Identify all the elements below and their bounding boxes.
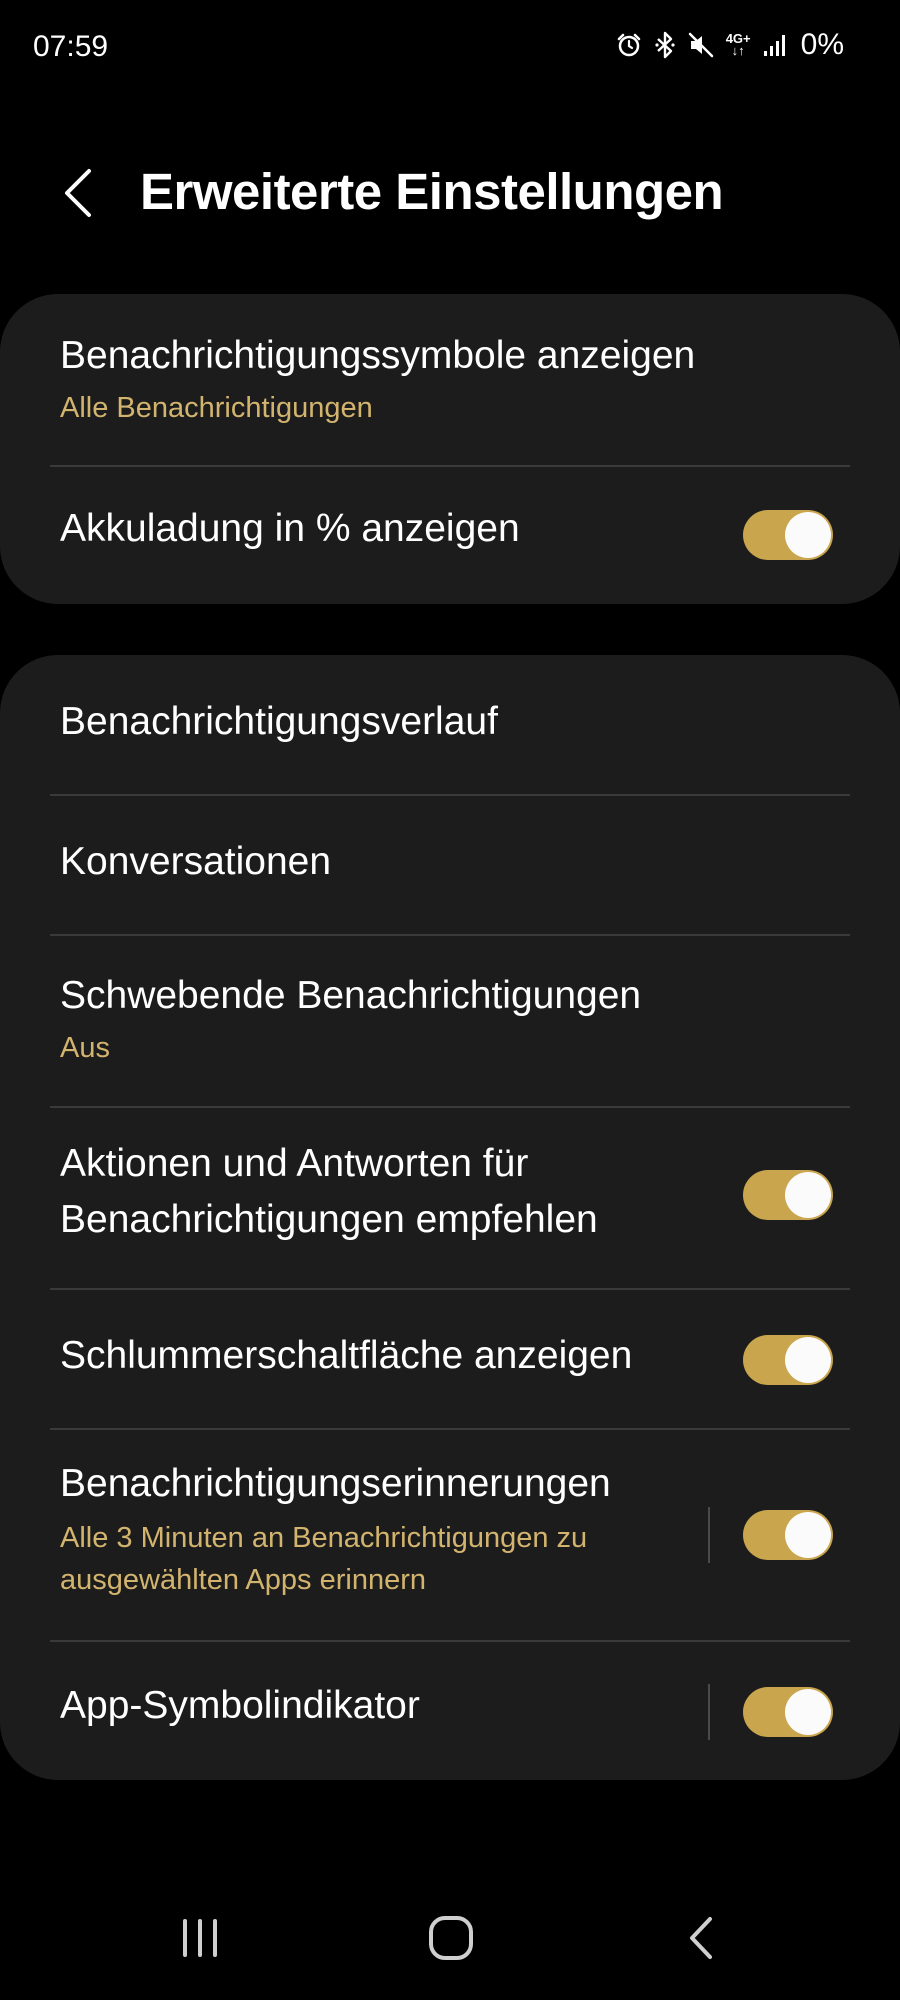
signal-icon [763, 33, 789, 57]
header: Erweiterte Einstellungen [0, 140, 900, 250]
vertical-separator [708, 1684, 710, 1740]
recents-icon [178, 1916, 222, 1965]
home-icon [428, 1915, 474, 1966]
toggle-knob [785, 1172, 831, 1218]
status-time: 07:59 [33, 30, 109, 63]
setting-title-line-2: Benachrichtigungen empfehlen [60, 1198, 598, 1241]
notification-history-setting[interactable]: Benachrichtigungsverlauf [0, 655, 900, 795]
toggle-knob [785, 512, 831, 558]
network-4g-icon: 4G+ ↓↑ [725, 31, 751, 58]
back-nav-button[interactable] [662, 1910, 742, 1970]
app-icon-badge-toggle[interactable] [743, 1687, 833, 1737]
setting-subtitle: Aus [60, 1032, 110, 1064]
toggle-knob [785, 1337, 831, 1383]
chevron-left-icon [61, 167, 95, 224]
back-button[interactable] [48, 160, 108, 230]
setting-title: Konversationen [60, 840, 332, 883]
setting-subtitle: Alle Benachrichtigungen [60, 392, 373, 424]
mute-icon [688, 32, 714, 58]
toggle-knob [785, 1689, 831, 1735]
suggest-actions-replies-setting[interactable]: Aktionen und Antworten für Benachrichtig… [0, 1108, 900, 1288]
status-bar: 07:59 4G+ ↓↑ 0% [0, 0, 900, 100]
page-title: Erweiterte Einstellungen [140, 163, 724, 220]
home-button[interactable] [411, 1910, 491, 1970]
network-type-label: 4G+ [725, 31, 751, 46]
battery-percent-setting[interactable]: Akkuladung in % anzeigen [0, 467, 900, 604]
snooze-button-toggle[interactable] [743, 1335, 833, 1385]
floating-notifications-setting[interactable]: Schwebende Benachrichtigungen Aus [0, 936, 900, 1106]
notification-icons-setting[interactable]: Benachrichtigungssymbole anzeigen Alle B… [0, 294, 900, 466]
snooze-button-setting[interactable]: Schlummerschaltfläche anzeigen [0, 1290, 900, 1428]
settings-group-1: Benachrichtigungssymbole anzeigen Alle B… [0, 294, 900, 604]
suggest-actions-replies-toggle[interactable] [743, 1170, 833, 1220]
setting-subtitle-line-1: Alle 3 Minuten an Benachrichtigungen zu [60, 1522, 588, 1554]
app-icon-badge-setting[interactable]: App-Symbolindikator [0, 1642, 900, 1780]
battery-percentage: 0% [800, 28, 844, 61]
notification-reminders-setting[interactable]: Benachrichtigungserinnerungen Alle 3 Min… [0, 1430, 900, 1640]
navigation-bar [0, 1880, 900, 2000]
setting-title: Benachrichtigungssymbole anzeigen [60, 334, 696, 377]
back-icon [686, 1915, 718, 1966]
vertical-separator [708, 1507, 710, 1563]
setting-title: Benachrichtigungserinnerungen [60, 1462, 611, 1505]
setting-title-line-1: Aktionen und Antworten für [60, 1142, 529, 1185]
bluetooth-icon [654, 31, 676, 59]
setting-title: Schlummerschaltfläche anzeigen [60, 1334, 633, 1377]
setting-title: App-Symbolindikator [60, 1684, 420, 1727]
settings-group-2: Benachrichtigungsverlauf Konversationen … [0, 655, 900, 1780]
toggle-knob [785, 1512, 831, 1558]
setting-subtitle-line-2: ausgewählten Apps erinnern [60, 1564, 426, 1596]
setting-title: Benachrichtigungsverlauf [60, 700, 498, 743]
status-icons: 4G+ ↓↑ 0% [616, 28, 844, 62]
alarm-icon [616, 32, 642, 58]
setting-title: Schwebende Benachrichtigungen [60, 974, 642, 1017]
notification-reminders-toggle[interactable] [743, 1510, 833, 1560]
setting-title: Akkuladung in % anzeigen [60, 507, 520, 550]
battery-percent-toggle[interactable] [743, 510, 833, 560]
conversations-setting[interactable]: Konversationen [0, 796, 900, 935]
recents-button[interactable] [160, 1910, 240, 1970]
